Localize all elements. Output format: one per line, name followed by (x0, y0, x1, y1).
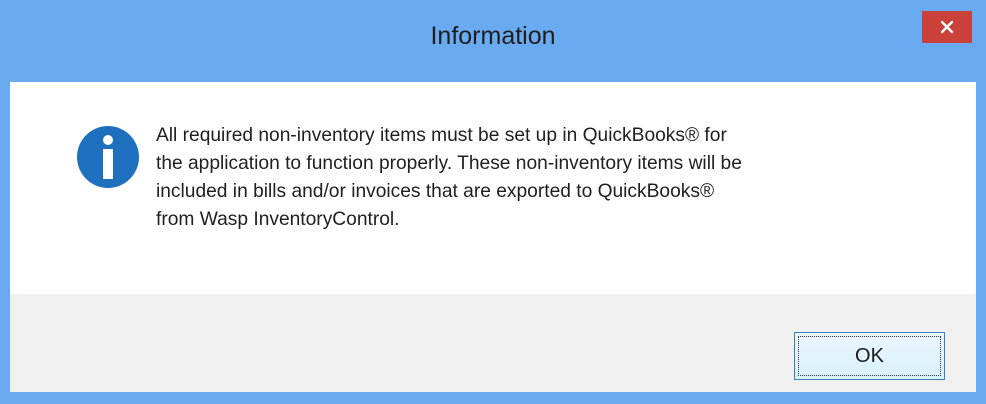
dialog-message: All required non-inventory items must be… (156, 125, 742, 230)
ok-button[interactable]: OK (794, 332, 945, 380)
dialog-title: Information (430, 22, 556, 50)
dialog-client-area: All required non-inventory items must be… (10, 82, 976, 392)
dialog-window: Information All required non-inventory i… (0, 0, 986, 404)
message-area: All required non-inventory items must be… (10, 82, 976, 294)
close-icon (940, 20, 954, 34)
title-bar[interactable]: Information (0, 0, 986, 82)
button-bar: OK (10, 294, 976, 392)
info-icon (77, 126, 139, 188)
ok-button-label: OK (798, 336, 941, 376)
close-button[interactable] (922, 11, 972, 43)
